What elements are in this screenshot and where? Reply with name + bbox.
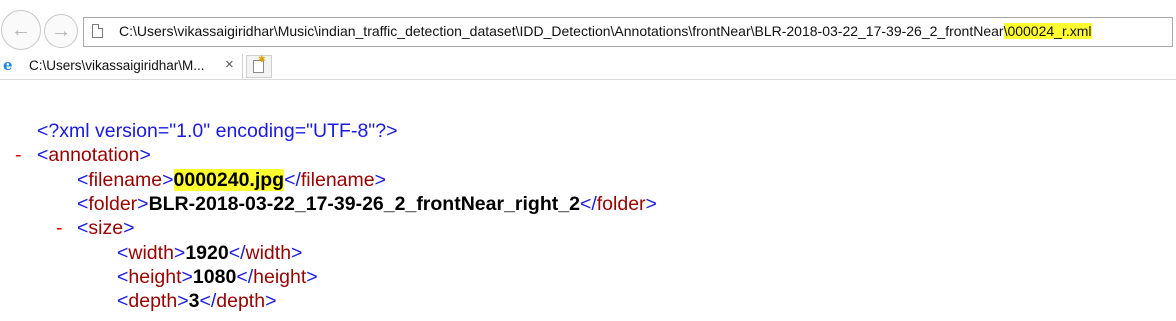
url-highlighted-filename: \000024_r.xml <box>1003 23 1092 39</box>
depth-value: 3 <box>188 290 200 312</box>
width-tag-name: width <box>128 242 174 264</box>
folder-element: <folder>BLR-2018-03-22_17-39-26_2_frontN… <box>77 193 657 215</box>
back-button[interactable]: ← <box>1 10 41 50</box>
depth-element: <depth>3</depth> <box>117 290 277 312</box>
tab-label: C:\Users\vikassaigiridhar\M... <box>29 58 205 73</box>
page-icon <box>92 24 103 38</box>
filename-tag-name: filename <box>88 169 163 191</box>
new-tab-button[interactable] <box>246 54 272 78</box>
address-bar[interactable]: C:\Users\vikassaigiridhar\Music\indian_t… <box>83 17 1173 47</box>
internet-explorer-icon: e <box>3 56 13 74</box>
annotation-open-tag: <annotation> <box>37 144 151 166</box>
filename-close-tag-name: filename <box>300 169 375 191</box>
navigation-bar: ← → C:\Users\vikassaigiridhar\Music\indi… <box>0 0 1176 54</box>
height-tag-name: height <box>128 266 182 288</box>
height-element: <height>1080</height> <box>117 266 318 288</box>
width-element: <width>1920</width> <box>117 242 303 264</box>
folder-value: BLR-2018-03-22_17-39-26_2_frontNear_righ… <box>148 193 580 215</box>
height-value: 1080 <box>192 266 237 288</box>
tab-strip: e C:\Users\vikassaigiridhar\M... × <box>0 54 1176 80</box>
new-tab-icon <box>253 54 266 73</box>
forward-button[interactable]: → <box>44 14 78 48</box>
width-value: 1920 <box>185 242 229 264</box>
back-arrow-icon: ← <box>11 19 31 41</box>
size-tag-name: size <box>88 217 124 239</box>
tab-close-button[interactable]: × <box>225 56 234 73</box>
depth-tag-name: depth <box>128 290 178 312</box>
collapse-size-toggle[interactable]: - <box>56 216 63 240</box>
url-text[interactable]: C:\Users\vikassaigiridhar\Music\indian_t… <box>119 23 1092 39</box>
width-close-tag-name: width <box>245 242 292 264</box>
size-open-tag: <size> <box>77 217 135 239</box>
url-prefix: C:\Users\vikassaigiridhar\Music\indian_t… <box>119 23 1004 39</box>
collapse-annotation-toggle[interactable]: - <box>15 143 22 167</box>
forward-arrow-icon: → <box>51 20 71 42</box>
depth-close-tag-name: depth <box>216 290 266 312</box>
folder-tag-name: folder <box>88 193 138 215</box>
height-close-tag-name: height <box>253 266 307 288</box>
folder-close-tag-name: folder <box>596 193 646 215</box>
annotation-tag-name: annotation <box>48 144 140 166</box>
tab-active[interactable]: e C:\Users\vikassaigiridhar\M... × <box>0 54 243 79</box>
filename-element: <filename>0000240.jpg</filename> <box>77 169 386 191</box>
filename-value: 0000240.jpg <box>173 169 285 191</box>
xml-declaration: <?xml version="1.0" encoding="UTF-8"?> <box>37 120 398 142</box>
